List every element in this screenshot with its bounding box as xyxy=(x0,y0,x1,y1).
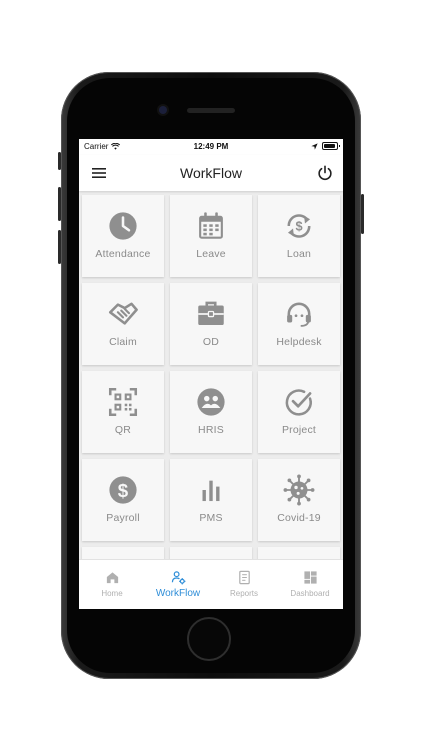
tile-label: Payroll xyxy=(106,512,140,524)
clock-label: 12:49 PM xyxy=(193,142,229,151)
tab-label: Reports xyxy=(229,589,258,598)
tile-label: Leave xyxy=(196,248,226,260)
tile-label: Claim xyxy=(109,336,137,348)
home-icon xyxy=(106,572,118,584)
tile-od[interactable]: OD xyxy=(170,283,252,365)
document-icon xyxy=(238,570,250,585)
mute-switch xyxy=(58,152,61,170)
bar-chart-icon xyxy=(202,480,220,502)
handshake-icon xyxy=(108,302,138,325)
tile-qr[interactable]: QR xyxy=(82,371,164,453)
tile-claim[interactable]: Claim xyxy=(82,283,164,365)
headset-icon xyxy=(287,302,311,327)
volume-down-button xyxy=(58,230,61,264)
tab-workflow[interactable]: WorkFlow xyxy=(145,560,211,609)
battery-icon xyxy=(322,142,340,150)
tab-label: Dashboard xyxy=(290,589,330,598)
tile-label: Loan xyxy=(286,248,312,260)
tab-dashboard[interactable]: Dashboard xyxy=(277,560,343,609)
status-right-group xyxy=(311,142,340,150)
group-icon xyxy=(197,388,225,416)
front-camera xyxy=(159,106,167,114)
tile-label: Attendance xyxy=(95,248,151,260)
module-grid: Attendance Leave $ Loan Claim OD Helpdes… xyxy=(79,191,343,559)
svg-text:$: $ xyxy=(295,219,302,234)
svg-text:$: $ xyxy=(118,480,129,501)
tile-pms[interactable]: PMS xyxy=(170,459,252,541)
tile-payroll[interactable]: $ Payroll xyxy=(82,459,164,541)
phone-frame: Carrier 12:49 PM WorkFlow Attendance Lea… xyxy=(58,72,364,679)
tile-label: Project xyxy=(281,424,317,436)
qr-code-icon xyxy=(108,387,138,417)
tile-label: Helpdesk xyxy=(276,336,322,348)
tab-home[interactable]: Home xyxy=(79,560,145,609)
status-bar: Carrier 12:49 PM xyxy=(79,139,343,155)
tile-row5-3[interactable] xyxy=(258,547,340,559)
tab-reports[interactable]: Reports xyxy=(211,560,277,609)
dollar-cycle-icon: $ xyxy=(287,214,311,238)
tile-loan[interactable]: $ Loan xyxy=(258,195,340,277)
tile-label: Covid-19 xyxy=(277,512,321,524)
volume-up-button xyxy=(58,187,61,221)
tile-label: OD xyxy=(202,336,220,348)
tile-label: PMS xyxy=(199,512,223,524)
bottom-tab-bar: Home WorkFlow Reports Dashboard xyxy=(79,559,343,609)
dashboard-icon xyxy=(303,571,317,584)
home-button[interactable] xyxy=(187,617,231,661)
tab-label: Home xyxy=(101,589,123,598)
app-screen: Carrier 12:49 PM WorkFlow Attendance Lea… xyxy=(79,139,343,609)
tile-covid-19[interactable]: Covid-19 xyxy=(258,459,340,541)
tab-label: WorkFlow xyxy=(155,588,201,599)
earpiece-speaker xyxy=(187,108,235,113)
tile-row5-1[interactable] xyxy=(82,547,164,559)
tile-attendance[interactable]: Attendance xyxy=(82,195,164,277)
location-arrow-icon xyxy=(311,142,318,150)
virus-icon xyxy=(283,474,315,506)
tile-helpdesk[interactable]: Helpdesk xyxy=(258,283,340,365)
tile-row5-2[interactable] xyxy=(170,547,252,559)
page-title: WorkFlow xyxy=(180,165,242,181)
power-side-button xyxy=(361,194,364,234)
clock-icon xyxy=(109,212,137,240)
tile-hris[interactable]: HRIS xyxy=(170,371,252,453)
tile-leave[interactable]: Leave xyxy=(170,195,252,277)
tile-label: QR xyxy=(114,424,132,436)
workflow-icon xyxy=(171,571,185,585)
app-header: WorkFlow xyxy=(79,155,343,191)
tile-label: HRIS xyxy=(198,424,224,436)
power-icon[interactable] xyxy=(316,164,334,182)
tile-project[interactable]: Project xyxy=(258,371,340,453)
calendar-icon xyxy=(199,212,223,239)
dollar-circle-icon: $ xyxy=(109,476,137,504)
briefcase-icon xyxy=(198,301,224,326)
check-circle-icon xyxy=(285,389,312,416)
